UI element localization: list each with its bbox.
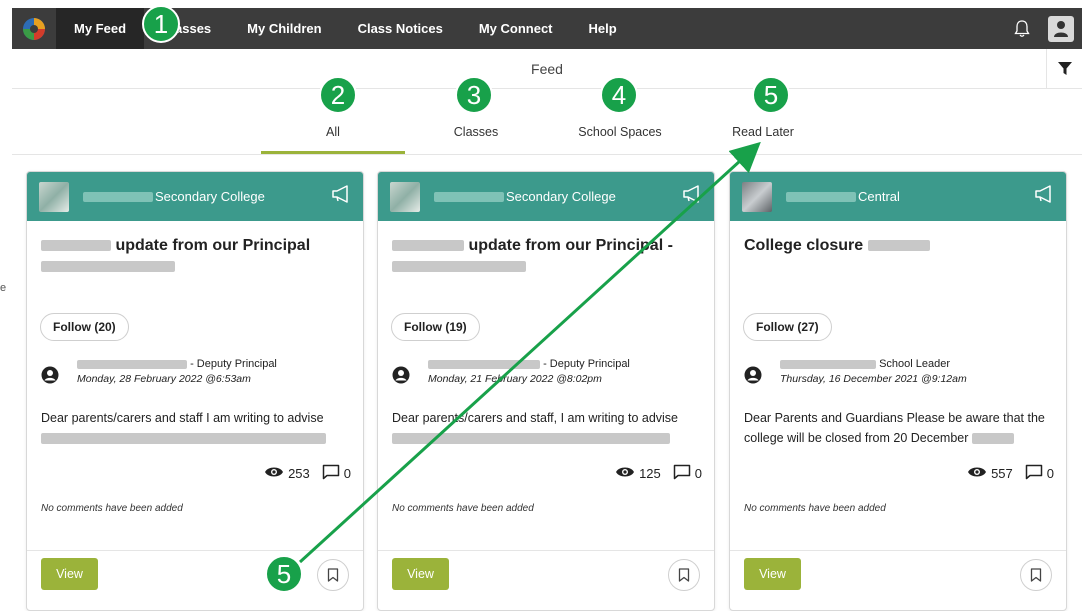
callout-badge: 1 (142, 5, 180, 43)
callout-badge: 4 (600, 76, 638, 114)
callout-badge: 3 (455, 76, 493, 114)
annotation-arrow (298, 141, 761, 564)
callout-badge: 2 (319, 76, 357, 114)
callout-badge: 5 (265, 555, 303, 593)
callout-badge: 5 (752, 76, 790, 114)
